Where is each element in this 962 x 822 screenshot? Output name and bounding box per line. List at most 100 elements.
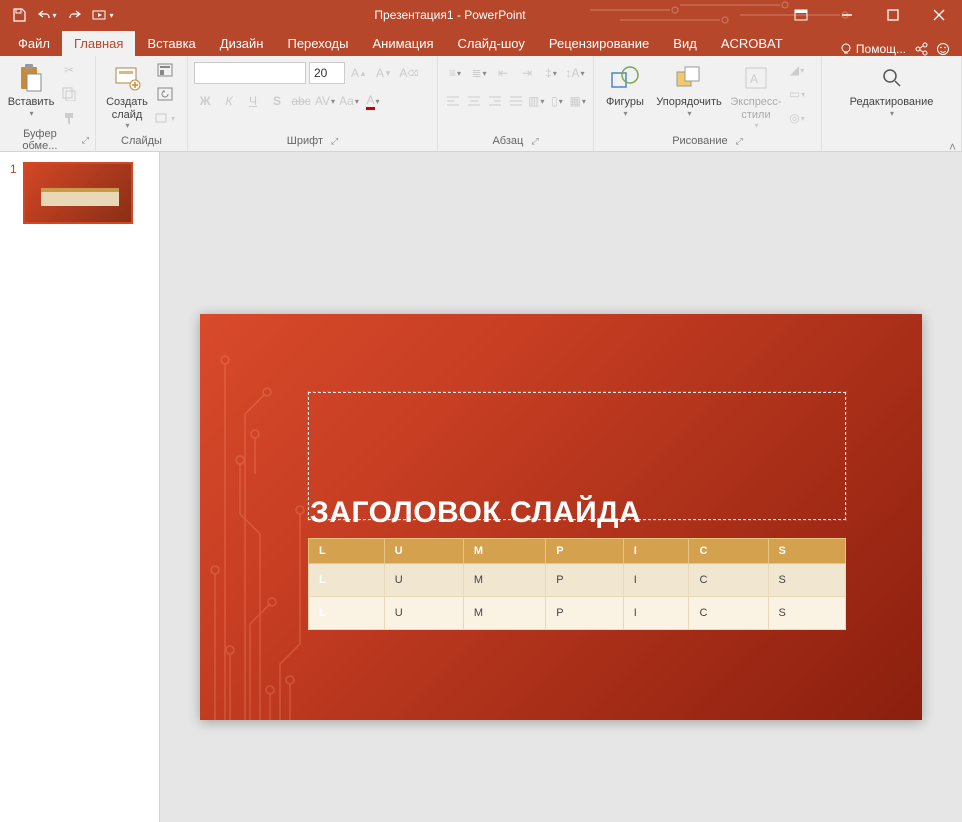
table-cell[interactable]: P	[546, 597, 623, 630]
group-slides-label: Слайды	[121, 135, 162, 147]
reset-icon[interactable]	[155, 84, 175, 104]
shapes-button[interactable]: Фигуры▾	[600, 60, 650, 120]
slide-thumbnails-panel: 1	[0, 152, 160, 822]
tab-view[interactable]: Вид	[661, 31, 709, 56]
table-cell[interactable]: S	[768, 597, 845, 630]
layout-icon[interactable]	[155, 60, 175, 80]
new-slide-button[interactable]: Создать слайд ▾	[102, 60, 152, 132]
tab-slideshow[interactable]: Слайд-шоу	[446, 31, 537, 56]
group-paragraph: ≡▾ ≣▾ ⇤ ⇥ ‡▾ ↕A▾ ▥▾	[438, 56, 594, 151]
maximize-icon[interactable]	[870, 0, 916, 30]
tab-review[interactable]: Рецензирование	[537, 31, 661, 56]
paragraph-dialog-launcher-icon[interactable]: ⤢	[531, 136, 538, 147]
shape-fill-icon: ◢▾	[787, 60, 807, 80]
undo-icon[interactable]: ▾	[34, 2, 60, 28]
table-cell[interactable]: P	[546, 539, 623, 564]
table-cell[interactable]: L	[309, 564, 385, 597]
group-drawing-label: Рисование	[672, 135, 727, 147]
save-icon[interactable]	[6, 2, 32, 28]
editing-button[interactable]: Редактирование▾	[842, 60, 942, 120]
quick-access-toolbar: ▾ ▾	[0, 2, 122, 28]
shapes-icon	[609, 62, 641, 94]
tab-home[interactable]: Главная	[62, 31, 135, 56]
table-cell[interactable]: U	[384, 564, 463, 597]
table-cell[interactable]: I	[623, 564, 689, 597]
table-cell[interactable]: C	[689, 597, 768, 630]
close-icon[interactable]	[916, 0, 962, 30]
slide-thumbnail-1[interactable]	[23, 162, 133, 224]
font-name-input[interactable]	[194, 62, 306, 84]
font-dialog-launcher-icon[interactable]: ⤢	[331, 136, 338, 147]
shape-effects-icon: ◎▾	[787, 108, 807, 128]
ribbon-display-options-icon[interactable]	[778, 0, 824, 30]
slide-canvas[interactable]: ЗАГОЛОВОК СЛАЙДА L U M P I C S L U M P I	[200, 314, 922, 720]
table-cell[interactable]: P	[546, 564, 623, 597]
numbering-icon: ≣▾	[468, 62, 490, 84]
table-cell[interactable]: S	[768, 539, 845, 564]
quick-styles-icon: A	[740, 62, 772, 94]
align-text-icon: ▯▾	[548, 90, 567, 112]
table-cell[interactable]: L	[309, 539, 385, 564]
increase-indent-icon: ⇥	[516, 62, 538, 84]
table-cell[interactable]: L	[309, 597, 385, 630]
table-cell[interactable]: U	[384, 539, 463, 564]
find-icon	[876, 62, 908, 94]
new-slide-label: Создать слайд	[104, 96, 150, 121]
paste-button[interactable]: Вставить ▾	[6, 60, 56, 120]
table-header-row[interactable]: L U M P I C S	[309, 539, 846, 564]
font-size-input[interactable]	[309, 62, 345, 84]
tab-transitions[interactable]: Переходы	[275, 31, 360, 56]
italic-icon: К	[218, 90, 240, 112]
tell-me-label: Помощ...	[856, 42, 906, 56]
thumbnail-number: 1	[10, 162, 17, 224]
table-cell[interactable]: I	[623, 539, 689, 564]
ribbon: Вставить ▾ ✂ Буфер обме...⤢ Создать с	[0, 56, 962, 152]
slide-title-text[interactable]: ЗАГОЛОВОК СЛАЙДА	[310, 496, 641, 530]
paste-icon	[15, 62, 47, 94]
tab-animation[interactable]: Анимация	[360, 31, 445, 56]
table-cell[interactable]: M	[463, 564, 545, 597]
group-clipboard-label: Буфер обме...	[6, 128, 74, 152]
group-editing: Редактирование▾	[822, 56, 962, 151]
justify-icon	[506, 90, 525, 112]
table-cell[interactable]: M	[463, 539, 545, 564]
arrange-button[interactable]: Упорядочить▾	[653, 60, 725, 120]
text-direction-icon: ↕A▾	[564, 62, 586, 84]
table-row[interactable]: L U M P I C S	[309, 564, 846, 597]
group-font-label: Шрифт	[287, 135, 323, 147]
shape-outline-icon: ▭▾	[787, 84, 807, 104]
drawing-dialog-launcher-icon[interactable]: ⤢	[736, 136, 743, 147]
feedback-icon[interactable]	[936, 42, 950, 56]
tell-me-button[interactable]: Помощ...	[840, 42, 906, 56]
tab-design[interactable]: Дизайн	[208, 31, 276, 56]
table-row[interactable]: L U M P I C S	[309, 597, 846, 630]
tab-acrobat[interactable]: ACROBAT	[709, 31, 795, 56]
minimize-icon[interactable]	[824, 0, 870, 30]
table-cell[interactable]: C	[689, 539, 768, 564]
table-cell[interactable]: S	[768, 564, 845, 597]
columns-icon: ▥▾	[527, 90, 546, 112]
table-cell[interactable]: C	[689, 564, 768, 597]
copy-icon	[59, 84, 79, 104]
tab-insert[interactable]: Вставка	[135, 31, 207, 56]
thumbnail-wrap: 1	[10, 162, 149, 224]
start-from-beginning-icon[interactable]: ▾	[90, 2, 116, 28]
align-left-icon	[444, 90, 463, 112]
change-case-icon: Aa▾	[338, 90, 360, 112]
group-paragraph-label: Абзац	[492, 135, 523, 147]
share-icon[interactable]	[914, 42, 928, 56]
table-cell[interactable]: U	[384, 597, 463, 630]
table-cell[interactable]: I	[623, 597, 689, 630]
clipboard-dialog-launcher-icon[interactable]: ⤢	[82, 135, 89, 146]
paste-label: Вставить	[8, 96, 55, 109]
svg-text:A: A	[750, 72, 758, 86]
bold-icon: Ж	[194, 90, 216, 112]
group-drawing: Фигуры▾ Упорядочить▾ A Экспресс-стили▾ ◢…	[594, 56, 822, 151]
tab-file[interactable]: Файл	[6, 31, 62, 56]
group-font: A▲ A▼ A⌫ Ж К Ч S abc AV▾ Aa▾ A▾ Шрифт⤢	[188, 56, 438, 151]
slide-table[interactable]: L U M P I C S L U M P I C S	[308, 538, 846, 630]
shrink-font-icon: A▼	[373, 62, 395, 84]
redo-icon[interactable]	[62, 2, 88, 28]
slide-editor-area[interactable]: ЗАГОЛОВОК СЛАЙДА L U M P I C S L U M P I	[160, 152, 962, 822]
table-cell[interactable]: M	[463, 597, 545, 630]
